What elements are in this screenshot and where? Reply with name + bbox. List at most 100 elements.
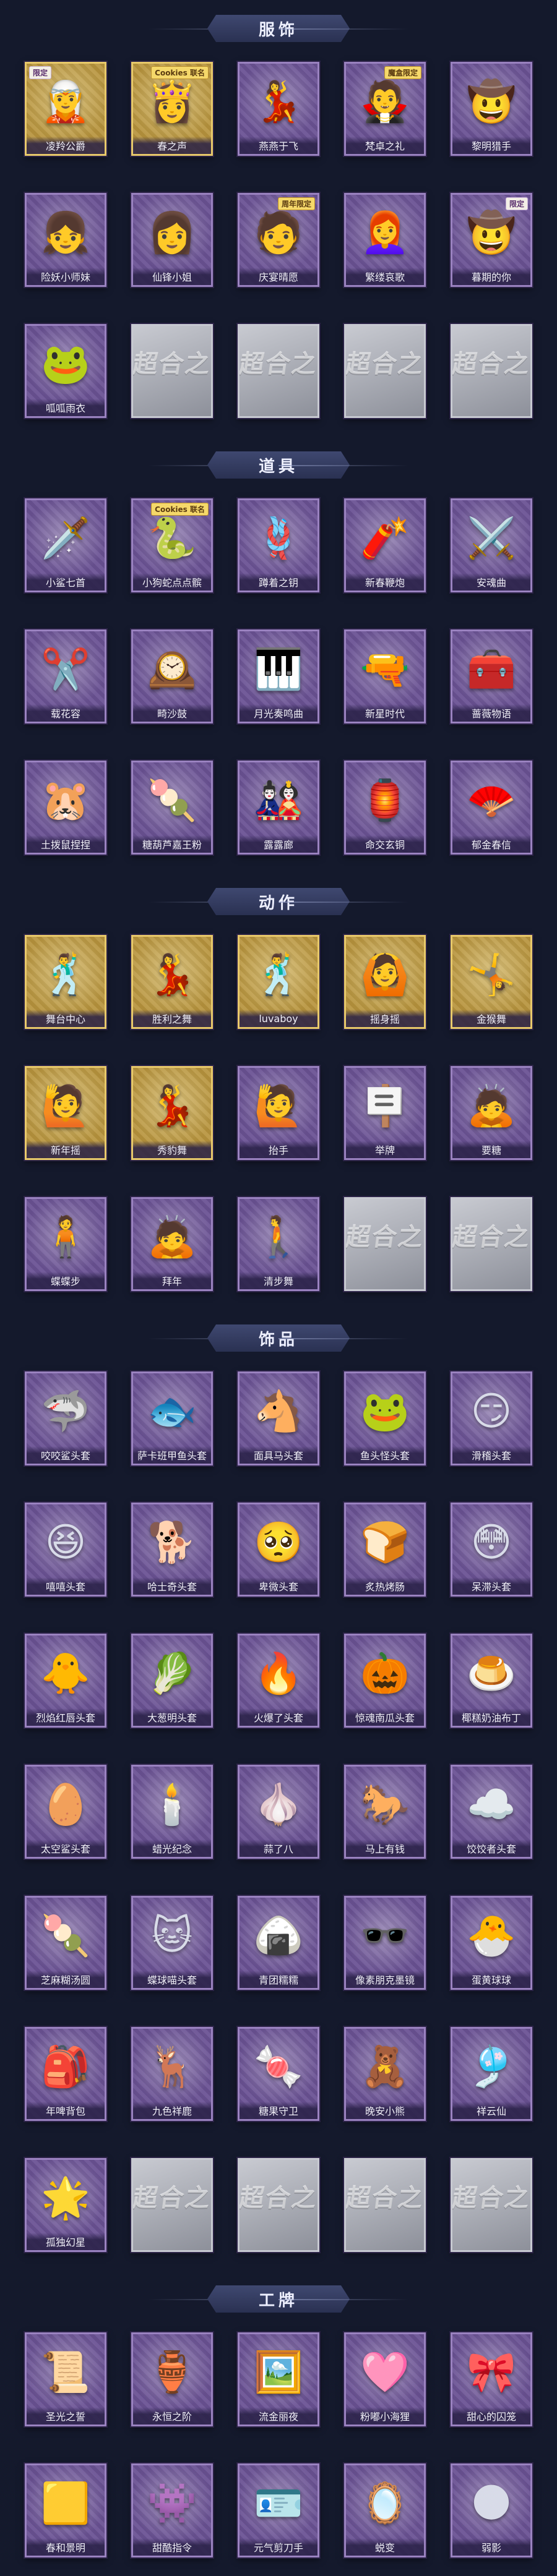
item-card[interactable]: 🪢 蹲着之钥 <box>238 498 319 592</box>
item-card[interactable]: 👸 Cookies 联名 春之声 <box>131 62 213 156</box>
item-label: 蜡光纪念 <box>133 1840 211 1857</box>
item-card[interactable]: 🤠 限定 暮期的你 <box>451 193 532 287</box>
item-card[interactable]: 🧛 魔盒限定 梵卓之礼 <box>344 62 426 156</box>
item-card[interactable]: 🥚 太空鲨头套 <box>25 1765 106 1859</box>
item-card[interactable]: 🧝 限定 凌羚公爵 <box>25 62 106 156</box>
item-card[interactable]: 🧄 蒜了八 <box>238 1765 319 1859</box>
item-card[interactable]: 👩‍🦰 繁缕哀歌 <box>344 193 426 287</box>
item-label: 小鲨七首 <box>27 573 105 591</box>
item-card[interactable]: 🍡 糖葫芦嘉王粉 <box>131 761 213 855</box>
item-card[interactable]: 🪞 蜕变 <box>344 2463 426 2557</box>
item-card[interactable]: 🍬 糖果守卫 <box>238 2027 319 2121</box>
item-card[interactable]: 🦈 咬咬鲨头套 <box>25 1371 106 1465</box>
item-card[interactable]: 🪪 元气剪刀手 <box>238 2463 319 2557</box>
item-card[interactable]: 🪧 举牌 <box>344 1066 426 1160</box>
item-card[interactable]: 🗡️ 小鲨七首 <box>25 498 106 592</box>
item-card[interactable]: 🤠 黎明猎手 <box>451 62 532 156</box>
item-label: 甜酷指令 <box>133 2538 211 2556</box>
item-card[interactable]: 😏 滑稽头套 <box>451 1371 532 1465</box>
item-card[interactable]: 🧍 蝶蝶步 <box>25 1197 106 1291</box>
item-card[interactable]: 🟨 春和景明 <box>25 2463 106 2557</box>
item-card[interactable]: 🙇 要糖 <box>451 1066 532 1160</box>
item-card[interactable]: 🍞 炙热烤肠 <box>344 1503 426 1597</box>
item-card[interactable]: 🍙 青团糯糯 <box>238 1896 319 1990</box>
item-label: 糖葫芦嘉王粉 <box>133 835 211 853</box>
item-card[interactable]: ✂️ 载花容 <box>25 629 106 723</box>
item-card[interactable]: 🦌 九色祥鹿 <box>131 2027 213 2121</box>
item-card[interactable]: 💃 秀豹舞 <box>131 1066 213 1160</box>
item-card[interactable]: 🖼️ 流金丽夜 <box>238 2332 319 2426</box>
toast-head-icon: 🍞 <box>360 1520 410 1566</box>
item-card[interactable]: 🐕 哈士奇头套 <box>131 1503 213 1597</box>
item-card[interactable]: 🙇 拜年 <box>131 1197 213 1291</box>
item-card[interactable]: 🥺 卑微头套 <box>238 1503 319 1597</box>
item-card[interactable]: 🧸 晚安小熊 <box>344 2027 426 2121</box>
shark-head-icon: 🦈 <box>41 1389 90 1435</box>
item-card[interactable]: 🔥 火爆了头套 <box>238 1634 319 1728</box>
section-header: 服饰 <box>25 0 532 57</box>
item-card[interactable]: 🚶 清步舞 <box>238 1197 319 1291</box>
item-card[interactable]: 🐎 马上有钱 <box>344 1765 426 1859</box>
item-card[interactable]: 😳 呆滞头套 <box>451 1503 532 1597</box>
item-card[interactable]: 🐱 蝶球喵头套 <box>131 1896 213 1990</box>
item-label: 要糖 <box>452 1141 530 1158</box>
item-card[interactable]: 🎎 露露廊 <box>238 761 319 855</box>
item-card[interactable]: 💃 胜利之舞 <box>131 935 213 1029</box>
item-card[interactable]: 🥬 大葱明头套 <box>131 1634 213 1728</box>
item-card[interactable]: 👾 甜酷指令 <box>131 2463 213 2557</box>
item-card[interactable]: 🐟 萨卡班甲鱼头套 <box>131 1371 213 1465</box>
item-label: 椰糕奶油布丁 <box>452 1708 530 1726</box>
fan-icon: 🪭 <box>467 778 516 824</box>
item-card[interactable]: 🐴 面具马头套 <box>238 1371 319 1465</box>
item-card[interactable]: 📜 圣光之誓 <box>25 2332 106 2426</box>
item-card[interactable]: 🌑 弱影 <box>451 2463 532 2557</box>
item-badge: Cookies 联名 <box>151 66 209 79</box>
item-card[interactable]: 🏮 命交玄铜 <box>344 761 426 855</box>
item-card[interactable]: 👧 险妖小师妹 <box>25 193 106 287</box>
item-card[interactable]: 🙋 抬手 <box>238 1066 319 1160</box>
item-card[interactable]: 🐍 Cookies 联名 小狗蛇点点髌 <box>131 498 213 592</box>
item-card[interactable]: 👩 仙锋小姐 <box>131 193 213 287</box>
item-label: 炙热烤肠 <box>346 1577 424 1595</box>
item-card[interactable]: 🙋 新年摇 <box>25 1066 106 1160</box>
item-card[interactable]: ⚔️ 安魂曲 <box>451 498 532 592</box>
star-charm-icon: 🌟 <box>41 2175 90 2221</box>
item-card[interactable]: 🐸 鱼头怪头套 <box>344 1371 426 1465</box>
item-card[interactable]: ☁️ 饺饺者头套 <box>451 1765 532 1859</box>
empty-item-card: 超合之 <box>451 1197 532 1291</box>
item-card[interactable]: 🎒 年啤背包 <box>25 2027 106 2121</box>
item-card[interactable]: 🎹 月光奏鸣曲 <box>238 629 319 723</box>
item-card[interactable]: 🧑 周年限定 庆宴晴愿 <box>238 193 319 287</box>
item-card[interactable]: 😆 嘻嘻头套 <box>25 1503 106 1597</box>
item-card[interactable]: 🐸 呱呱雨衣 <box>25 324 106 418</box>
item-label: 露露廊 <box>240 835 317 853</box>
item-card[interactable]: 🎐 祥云仙 <box>451 2027 532 2121</box>
item-card[interactable]: 🐣 蛋黄球球 <box>451 1896 532 1990</box>
placeholder-card: 超合之 <box>344 2183 426 2212</box>
item-card[interactable]: 💃 燕燕于飞 <box>238 62 319 156</box>
item-card[interactable]: 🎃 惊魂南瓜头套 <box>344 1634 426 1728</box>
pose-figure-icon: 🙇 <box>467 1083 516 1129</box>
item-card[interactable]: 🤸 金猴舞 <box>451 935 532 1029</box>
item-card[interactable]: 🐥 烈焰红唇头套 <box>25 1634 106 1728</box>
item-card[interactable]: 🕶️ 像素朋克墨镜 <box>344 1896 426 1990</box>
item-card[interactable]: 🩷 粉嘟小海狸 <box>344 2332 426 2426</box>
section-header: 动作 <box>25 873 532 930</box>
item-card[interactable]: 🕺 舞台中心 <box>25 935 106 1029</box>
item-card[interactable]: 🍮 椰糕奶油布丁 <box>451 1634 532 1728</box>
item-card[interactable]: 🙆 摇身摇 <box>344 935 426 1029</box>
item-card[interactable]: 🪭 郁金春信 <box>451 761 532 855</box>
item-label: 蜕变 <box>346 2538 424 2556</box>
item-card[interactable]: 🕺 luvaboy <box>238 935 319 1029</box>
item-card[interactable]: 🌟 孤独幻星 <box>25 2158 106 2252</box>
item-card[interactable]: 🏺 永恒之阶 <box>131 2332 213 2426</box>
item-card[interactable]: 🎀 甜心的囚笼 <box>451 2332 532 2426</box>
item-card[interactable]: 🕰️ 畸沙鼓 <box>131 629 213 723</box>
item-card[interactable]: 🕯️ 蜡光纪念 <box>131 1765 213 1859</box>
item-card[interactable]: 🧰 蔷薇物语 <box>451 629 532 723</box>
item-card[interactable]: 🍡 芝麻糊汤圆 <box>25 1896 106 1990</box>
item-label: 举牌 <box>346 1141 424 1158</box>
item-card[interactable]: 🐹 土拨鼠捏捏 <box>25 761 106 855</box>
item-card[interactable]: 🔫 新星时代 <box>344 629 426 723</box>
item-card[interactable]: 🧨 新春鞭炮 <box>344 498 426 592</box>
